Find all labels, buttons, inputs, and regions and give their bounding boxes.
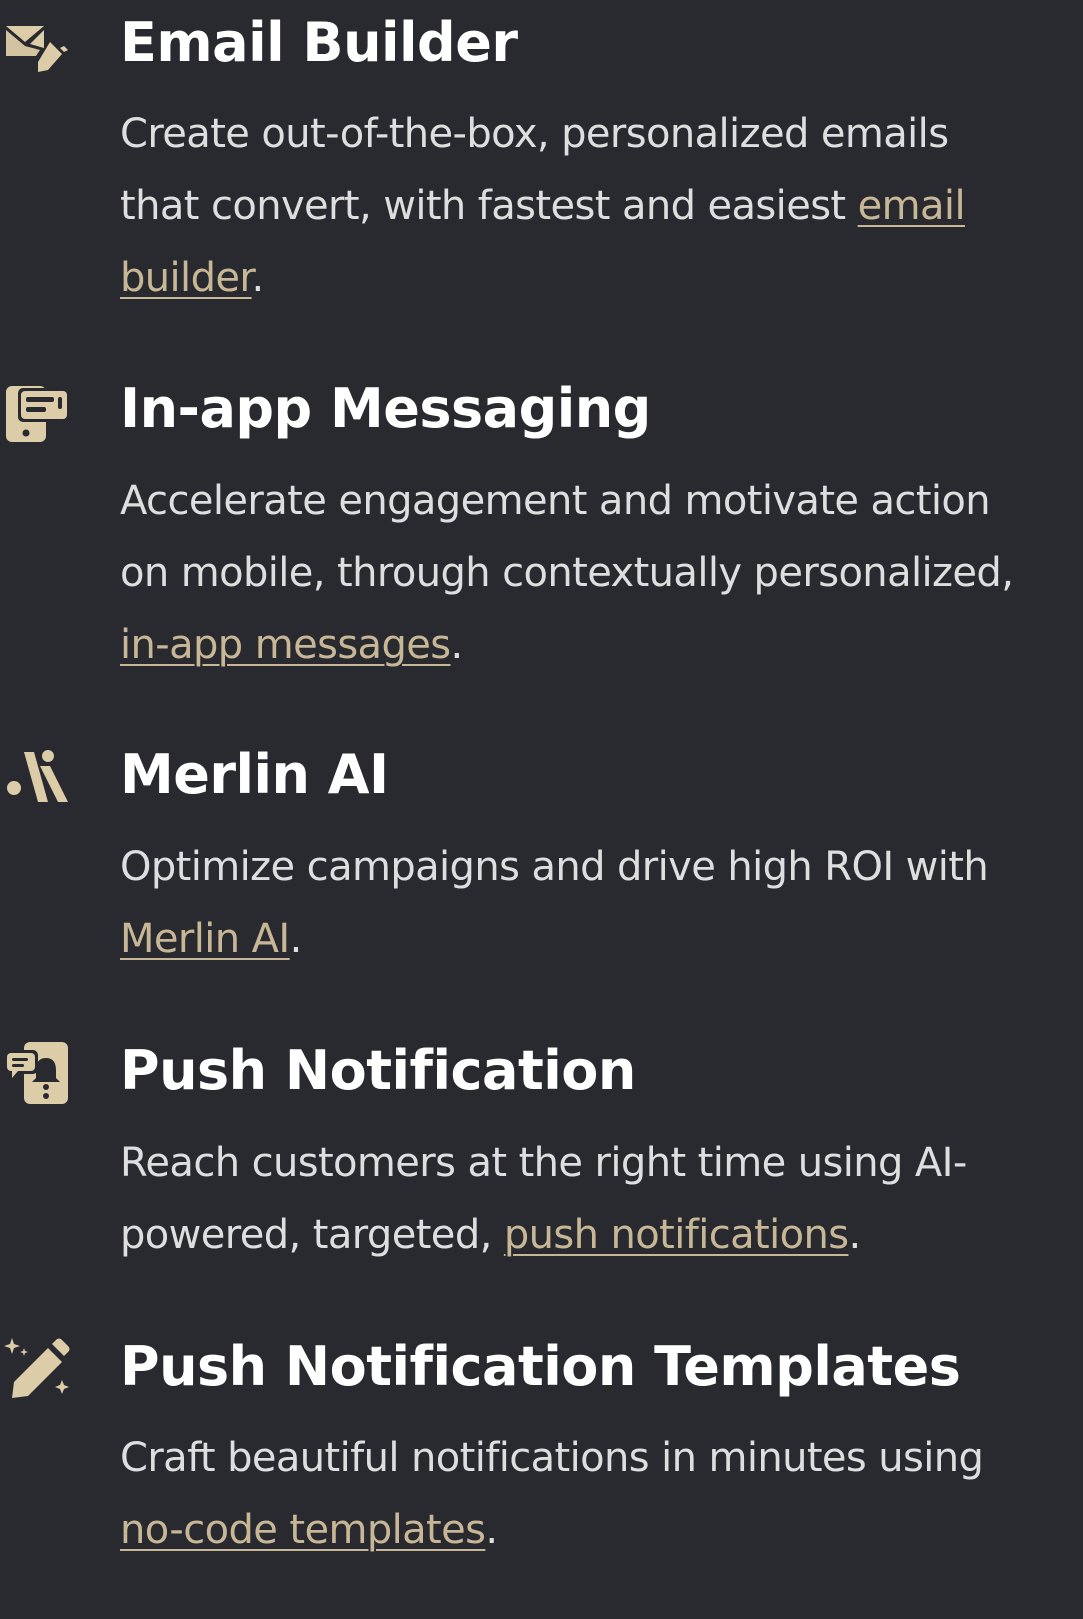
description-line: Create out-of-the-box, personalized emai… [120, 111, 949, 157]
feature-description: Create out-of-the-box, personalized emai… [120, 111, 966, 301]
magic-pencil-icon [4, 1336, 70, 1402]
merlin-ai-link[interactable]: Merlin AI [120, 916, 290, 962]
push-notification-icon [4, 1040, 70, 1106]
description-line: Reach customers at the right time using … [120, 1140, 967, 1186]
description-line: Craft beautiful notifications in minutes… [120, 1435, 984, 1481]
in-app-message-icon [4, 378, 70, 444]
description-line: that convert, with fastest and easiest [120, 183, 858, 229]
envelope-edit-icon [4, 12, 70, 78]
feature-description: Optimize campaigns and drive high ROI wi… [120, 844, 989, 962]
feature-description: Craft beautiful notifications in minutes… [120, 1435, 984, 1553]
in-app-messages-link[interactable]: in-app messages [120, 622, 451, 668]
feature-title: Push Notification Templates [120, 1335, 961, 1398]
feature-title: Merlin AI [120, 743, 389, 806]
feature-title: Push Notification [120, 1039, 636, 1102]
push-notifications-link[interactable]: push notifications [504, 1212, 849, 1258]
no-code-templates-link[interactable]: no-code templates [120, 1507, 486, 1553]
description-line: powered, targeted, [120, 1212, 504, 1258]
feature-title: Email Builder [120, 11, 518, 74]
feature-description: Accelerate engagement and motivate actio… [120, 478, 1014, 668]
feature-description: Reach customers at the right time using … [120, 1140, 967, 1258]
feature-title: In-app Messaging [120, 377, 651, 440]
description-line: Optimize campaigns and drive high ROI wi… [120, 844, 989, 890]
description-line: on mobile, through contextually personal… [120, 550, 1014, 596]
merlin-ai-logo-icon [4, 744, 70, 810]
description-line: Accelerate engagement and motivate actio… [120, 478, 991, 524]
